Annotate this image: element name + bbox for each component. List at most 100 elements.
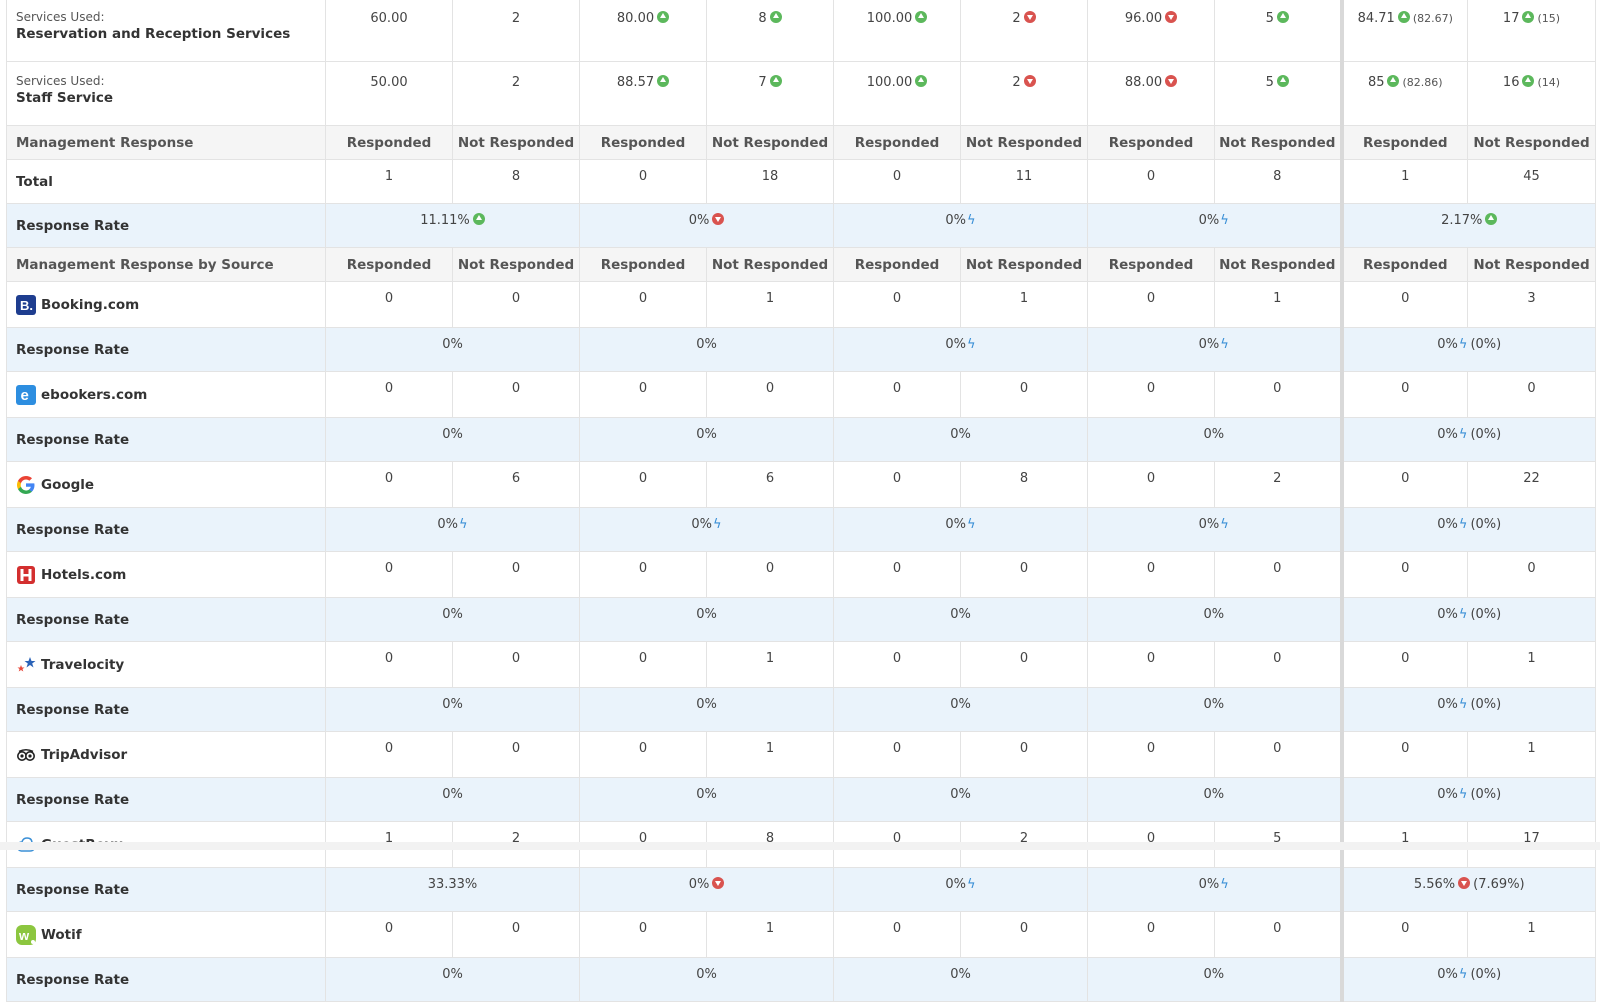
value-cell: 0 xyxy=(1087,371,1215,418)
cell-value: 3 xyxy=(1527,291,1536,306)
value-cell: 0% xyxy=(833,957,1088,1002)
cell-value: 60.00 xyxy=(370,11,408,26)
response-rate-label: Response Rate xyxy=(6,203,326,248)
cell-value: 2.17% xyxy=(1441,213,1483,228)
cell-value: 2 xyxy=(1012,75,1021,90)
cell-value: 0 xyxy=(638,291,648,306)
cell-value: 0 xyxy=(1019,741,1029,756)
value-cell: 0 xyxy=(1087,461,1215,508)
cell-value: 1 xyxy=(1401,169,1410,184)
value-cell: 0 xyxy=(1214,371,1342,418)
row-label: Response Rate xyxy=(16,971,130,988)
service-name: Staff Service xyxy=(16,90,114,106)
value-cell: 2 xyxy=(960,0,1088,62)
value-cell: 0 xyxy=(452,371,580,418)
cell-value: 0% xyxy=(950,427,971,442)
source-label: w Wotif xyxy=(6,911,326,958)
response-rate-row: Response Rate 0%ϟ 0%ϟ 0%ϟ 0%ϟ 0%ϟ (0%) xyxy=(6,507,1596,552)
column-header-not-responded: Not Responded xyxy=(452,125,580,160)
source-name: Hotels.com xyxy=(41,566,127,583)
column-header-not-responded: Not Responded xyxy=(1467,247,1596,282)
value-cell: 0%ϟ xyxy=(1087,867,1342,912)
value-cell: 8 xyxy=(452,159,580,204)
value-cell: 0 xyxy=(1339,911,1468,958)
service-row: Services Used: Reservation and Reception … xyxy=(6,0,1596,62)
cell-value: 0% xyxy=(437,517,459,532)
ebookers-logo: e xyxy=(16,384,36,405)
column-label: Responded xyxy=(346,134,432,151)
cell-value: 0% xyxy=(1437,697,1458,712)
arrow-down-circle-icon xyxy=(1458,877,1471,889)
hotels-logo xyxy=(16,565,36,585)
value-cell: 2 xyxy=(452,0,580,62)
header-label: Management Response by Source xyxy=(6,247,326,282)
cell-value: 0 xyxy=(1146,921,1156,936)
lightning-icon: ϟ xyxy=(967,337,976,352)
cell-value: 80.00 xyxy=(616,11,655,26)
value-cell: 0 xyxy=(706,371,834,418)
tripadvisor-logo xyxy=(16,745,36,765)
value-cell: 0 xyxy=(706,551,834,598)
bottom-scroll-area xyxy=(0,842,1600,850)
previous-value: (0%) xyxy=(1470,697,1502,712)
value-cell: 1 xyxy=(960,281,1088,328)
cell-value: 17 xyxy=(1502,11,1520,26)
cell-value: 0% xyxy=(688,877,710,892)
cell-value: 1 xyxy=(1019,291,1029,306)
source-label: B. Booking.com xyxy=(6,281,326,328)
value-cell: 1 xyxy=(1339,159,1468,204)
column-header-not-responded: Not Responded xyxy=(706,247,834,282)
cell-value: 0 xyxy=(384,561,394,576)
cell-value: 0 xyxy=(638,741,648,756)
value-cell: 45 xyxy=(1467,159,1596,204)
arrow-up-circle-icon xyxy=(1522,75,1535,87)
column-label: Not Responded xyxy=(1219,134,1336,151)
cell-value: 1 xyxy=(765,741,775,756)
cell-value: 0% xyxy=(1198,213,1220,228)
arrow-up-circle-icon xyxy=(1276,11,1289,23)
source-name: Booking.com xyxy=(41,296,140,313)
cell-value: 18 xyxy=(761,169,779,184)
value-cell: 0%ϟ xyxy=(1087,507,1342,552)
lightning-icon: ϟ xyxy=(1458,967,1468,982)
arrow-up-circle-icon xyxy=(915,11,928,23)
column-label: Responded xyxy=(1108,134,1194,151)
value-cell: 0 xyxy=(833,371,961,418)
cell-value: 11.11% xyxy=(420,213,470,228)
row-label: Response Rate xyxy=(16,217,130,234)
value-cell: 0 xyxy=(1339,461,1468,508)
value-cell: 0 xyxy=(325,461,453,508)
value-cell: 0 xyxy=(1339,731,1468,778)
value-cell: 0%ϟ xyxy=(579,507,834,552)
source-label: TripAdvisor xyxy=(6,731,326,778)
value-cell: 0 xyxy=(833,731,961,778)
cell-value: 0% xyxy=(442,607,463,622)
value-cell: 0 xyxy=(1087,731,1215,778)
response-rate-row: Response Rate 0% 0% 0% 0% 0%ϟ (0%) xyxy=(6,417,1596,462)
cell-value: 22 xyxy=(1523,471,1540,486)
value-cell: 0% xyxy=(325,597,580,642)
cell-value: 0 xyxy=(1401,741,1410,756)
value-cell: 11 xyxy=(960,159,1088,204)
header-label: Management Response xyxy=(6,125,326,160)
cell-value: 0% xyxy=(945,337,967,352)
cell-value: 0 xyxy=(638,471,648,486)
response-rate-row: Response Rate 33.33% 0% 0%ϟ 0%ϟ 5.56% (7.69%) xyxy=(6,867,1596,912)
response-rate-row: Response Rate 0% 0% 0% 0% 0%ϟ (0%) xyxy=(6,777,1596,822)
cell-value: 0 xyxy=(1401,381,1410,396)
response-rate-row: Response Rate 0% 0% 0% 0% 0%ϟ (0%) xyxy=(6,687,1596,732)
previous-value: (0%) xyxy=(1470,427,1502,442)
value-cell: 100.00 xyxy=(833,0,961,62)
response-rate-row: Response Rate 0% 0% 0%ϟ 0%ϟ 0%ϟ (0%) xyxy=(6,327,1596,372)
cell-value: 0 xyxy=(1527,561,1536,576)
value-cell: 0 xyxy=(1339,281,1468,328)
management-response-header: Management Response Responded Not Responde… xyxy=(6,125,1596,160)
cell-value: 0 xyxy=(511,651,521,666)
column-label: Responded xyxy=(600,134,686,151)
source-label: Google xyxy=(6,461,326,508)
cell-value: 0% xyxy=(691,517,713,532)
cell-value: 0 xyxy=(511,741,521,756)
column-label: Not Responded xyxy=(965,134,1083,151)
cell-value: 7 xyxy=(758,75,767,90)
cell-value: 8 xyxy=(511,169,521,184)
